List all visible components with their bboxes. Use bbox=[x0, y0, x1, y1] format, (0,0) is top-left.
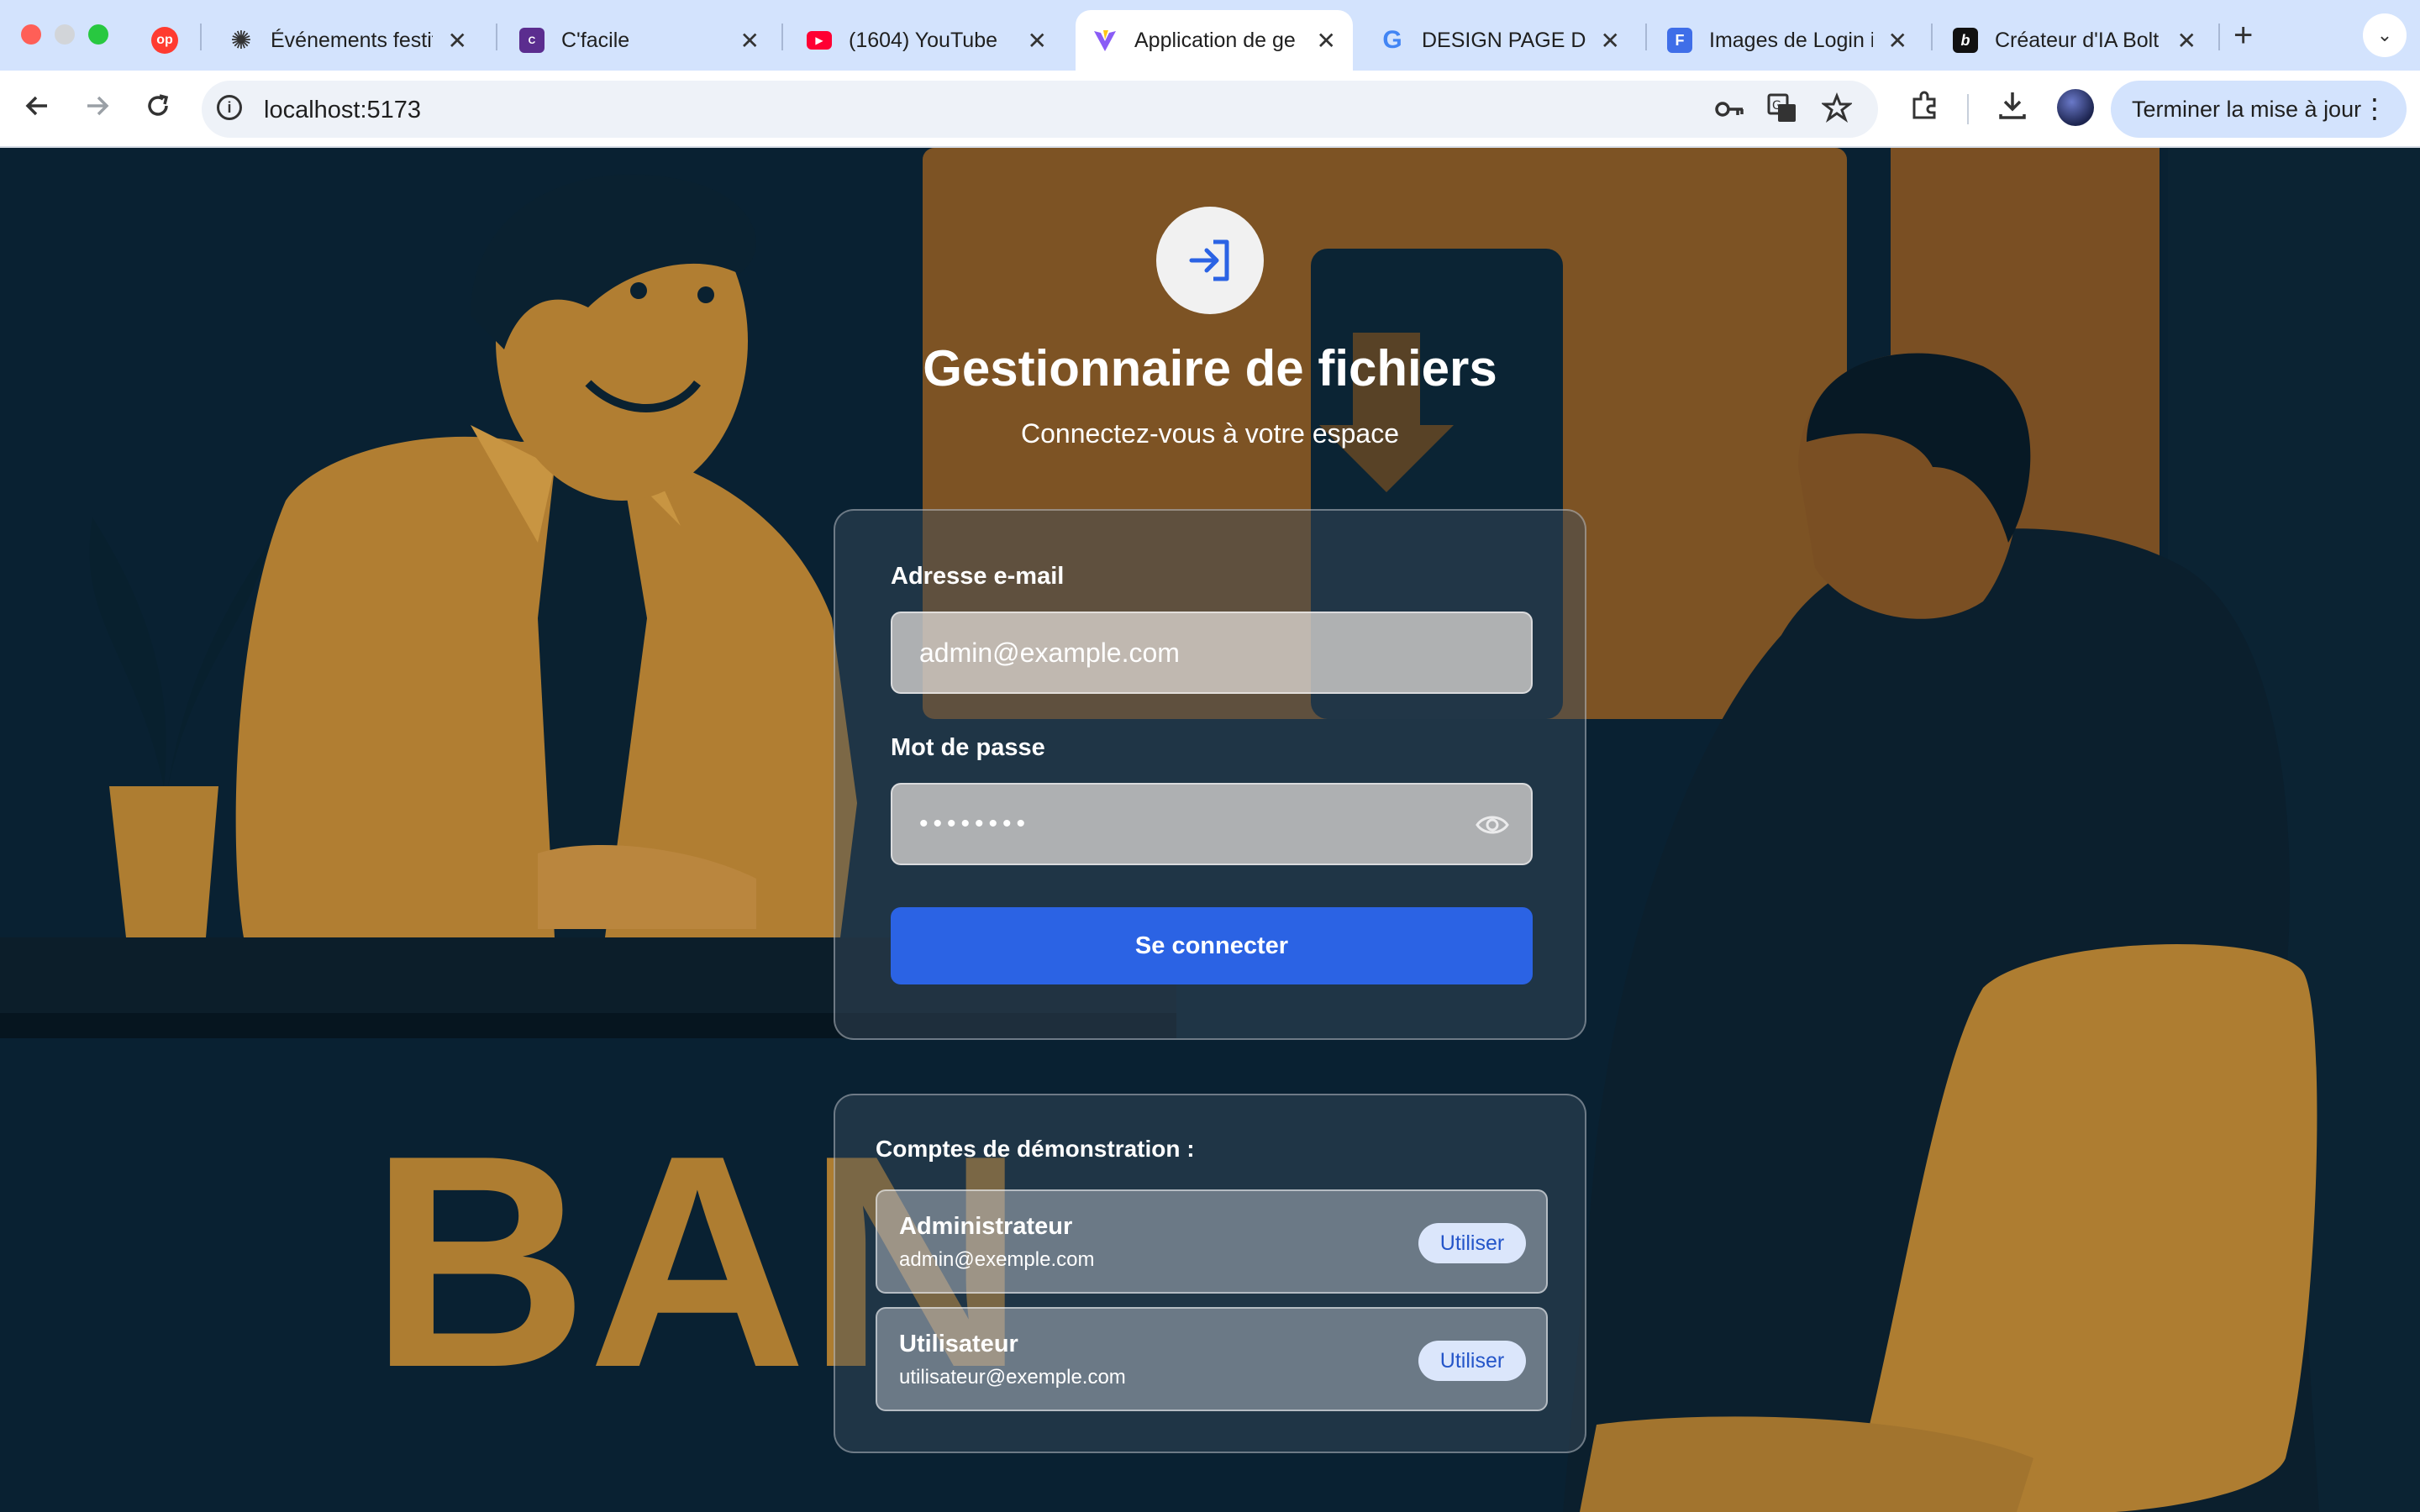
reload-button[interactable] bbox=[139, 91, 176, 129]
password-field[interactable]: •••••••• bbox=[891, 783, 1533, 865]
email-value: admin@example.com bbox=[919, 637, 1180, 668]
tab-separator bbox=[496, 24, 497, 50]
site-info-icon[interactable]: i bbox=[217, 95, 242, 120]
window-zoom-button[interactable] bbox=[88, 24, 108, 45]
account-name: Utilisateur bbox=[899, 1331, 1018, 1357]
download-icon[interactable] bbox=[1996, 89, 2028, 129]
use-user-account-button[interactable]: Utiliser bbox=[1418, 1341, 1526, 1381]
tab-title: DESIGN PAGE DE bbox=[1422, 28, 1586, 52]
window-close-button[interactable] bbox=[21, 24, 41, 45]
bolt-icon: b bbox=[1953, 28, 1978, 53]
account-email: admin@exemple.com bbox=[899, 1248, 1095, 1271]
tab-title: Application de ge bbox=[1134, 28, 1296, 52]
window-minimize-button[interactable] bbox=[55, 24, 75, 45]
finish-update-label: Terminer la mise à jour bbox=[2132, 96, 2362, 122]
chatgpt-icon: ✺ bbox=[230, 26, 252, 55]
tab-separator bbox=[2218, 24, 2220, 50]
login-submit-button[interactable]: Se connecter bbox=[891, 907, 1533, 984]
reload-icon bbox=[148, 94, 169, 116]
more-menu-icon[interactable]: ⋮ bbox=[2361, 92, 2388, 124]
tab-images-login[interactable]: F Images de Login i ✕ bbox=[1650, 10, 1924, 71]
tab-pinned-op[interactable]: op bbox=[143, 10, 185, 71]
tab-title: C'facile bbox=[561, 28, 630, 52]
demo-account-admin[interactable]: Administrateur admin@exemple.com Utilise… bbox=[876, 1189, 1548, 1294]
close-tab-icon[interactable]: ✕ bbox=[1317, 27, 1336, 55]
tab-application-active[interactable]: Application de ge ✕ bbox=[1076, 10, 1353, 71]
tab-separator bbox=[1931, 24, 1933, 50]
tab-title: (1604) YouTube bbox=[849, 28, 998, 52]
browser-toolbar: i localhost:5173 G Terminer la mise à jo… bbox=[0, 71, 2420, 148]
vite-icon bbox=[1092, 28, 1118, 53]
close-tab-icon[interactable]: ✕ bbox=[1028, 27, 1047, 55]
tab-title: Créateur d'IA Bolt bbox=[1995, 28, 2160, 52]
extensions-puzzle-icon[interactable] bbox=[1907, 89, 1941, 130]
back-button[interactable] bbox=[18, 91, 55, 129]
tab-search-menu-button[interactable]: ⌄ bbox=[2363, 13, 2407, 57]
password-key-icon[interactable] bbox=[1712, 92, 1746, 134]
svg-text:G: G bbox=[1772, 99, 1781, 113]
eye-icon[interactable] bbox=[1476, 811, 1509, 845]
images-icon: F bbox=[1667, 28, 1692, 53]
tab-title: Événements festif bbox=[271, 28, 433, 52]
profile-avatar[interactable] bbox=[2057, 89, 2094, 126]
translate-icon[interactable]: G bbox=[1766, 92, 1798, 132]
toolbar-separator bbox=[1967, 94, 1969, 124]
finish-update-button[interactable]: Terminer la mise à jour ⋮ bbox=[2111, 81, 2407, 138]
email-field[interactable]: admin@example.com bbox=[891, 612, 1533, 694]
chevron-down-icon: ⌄ bbox=[2376, 24, 2393, 45]
cfacile-icon: C bbox=[519, 28, 544, 53]
arrow-right-icon bbox=[87, 96, 109, 116]
tab-title: Images de Login i bbox=[1709, 28, 1873, 52]
demo-accounts-card: Comptes de démonstration : Administrateu… bbox=[834, 1094, 1586, 1453]
demo-account-user[interactable]: Utilisateur utilisateur@exemple.com Util… bbox=[876, 1307, 1548, 1411]
tab-separator bbox=[200, 24, 202, 50]
close-tab-icon[interactable]: ✕ bbox=[1888, 27, 1907, 55]
tab-separator bbox=[1645, 24, 1647, 50]
tab-separator bbox=[781, 24, 783, 50]
url-text: localhost:5173 bbox=[264, 97, 422, 123]
close-tab-icon[interactable]: ✕ bbox=[1601, 27, 1620, 55]
page-title: Gestionnaire de fichiers bbox=[923, 340, 1497, 396]
password-value: •••••••• bbox=[919, 810, 1031, 837]
forward-button[interactable] bbox=[79, 91, 116, 129]
arrow-left-icon bbox=[25, 96, 47, 116]
account-name: Administrateur bbox=[899, 1213, 1073, 1240]
browser-tab-strip: op ✺ Événements festif ✕ C C'facile ✕ ▶ … bbox=[0, 0, 2420, 71]
email-label: Adresse e-mail bbox=[891, 563, 1065, 590]
use-admin-account-button[interactable]: Utiliser bbox=[1418, 1223, 1526, 1263]
google-icon: G bbox=[1382, 26, 1402, 54]
password-label: Mot de passe bbox=[891, 734, 1045, 761]
tab-youtube[interactable]: ▶ (1604) YouTube ✕ bbox=[790, 10, 1064, 71]
account-email: utilisateur@exemple.com bbox=[899, 1366, 1126, 1389]
tab-google[interactable]: G DESIGN PAGE DE ✕ bbox=[1363, 10, 1637, 71]
bookmark-star-icon[interactable] bbox=[1820, 92, 1854, 130]
op-icon: op bbox=[151, 27, 178, 54]
close-tab-icon[interactable]: ✕ bbox=[2177, 27, 2196, 55]
sign-in-icon bbox=[1189, 239, 1229, 281]
tab-cfacile[interactable]: C C'facile ✕ bbox=[502, 10, 776, 71]
address-bar[interactable]: i localhost:5173 G bbox=[202, 81, 1878, 138]
page-subtitle: Connectez-vous à votre espace bbox=[1020, 418, 1400, 449]
new-tab-button[interactable]: + bbox=[2233, 17, 2253, 55]
youtube-icon: ▶ bbox=[807, 31, 832, 50]
login-form-card: Adresse e-mail admin@example.com Mot de … bbox=[834, 509, 1586, 1040]
login-icon-badge bbox=[1156, 207, 1264, 314]
close-tab-icon[interactable]: ✕ bbox=[740, 27, 760, 55]
demo-accounts-heading: Comptes de démonstration : bbox=[876, 1136, 1195, 1162]
tab-bolt[interactable]: b Créateur d'IA Bolt ✕ bbox=[1936, 10, 2213, 71]
tab-evenements[interactable]: ✺ Événements festif ✕ bbox=[212, 10, 484, 71]
page-viewport: BAN Gestionnaire de fichiers Connectez-v… bbox=[0, 148, 2420, 1512]
close-tab-icon[interactable]: ✕ bbox=[448, 27, 467, 55]
